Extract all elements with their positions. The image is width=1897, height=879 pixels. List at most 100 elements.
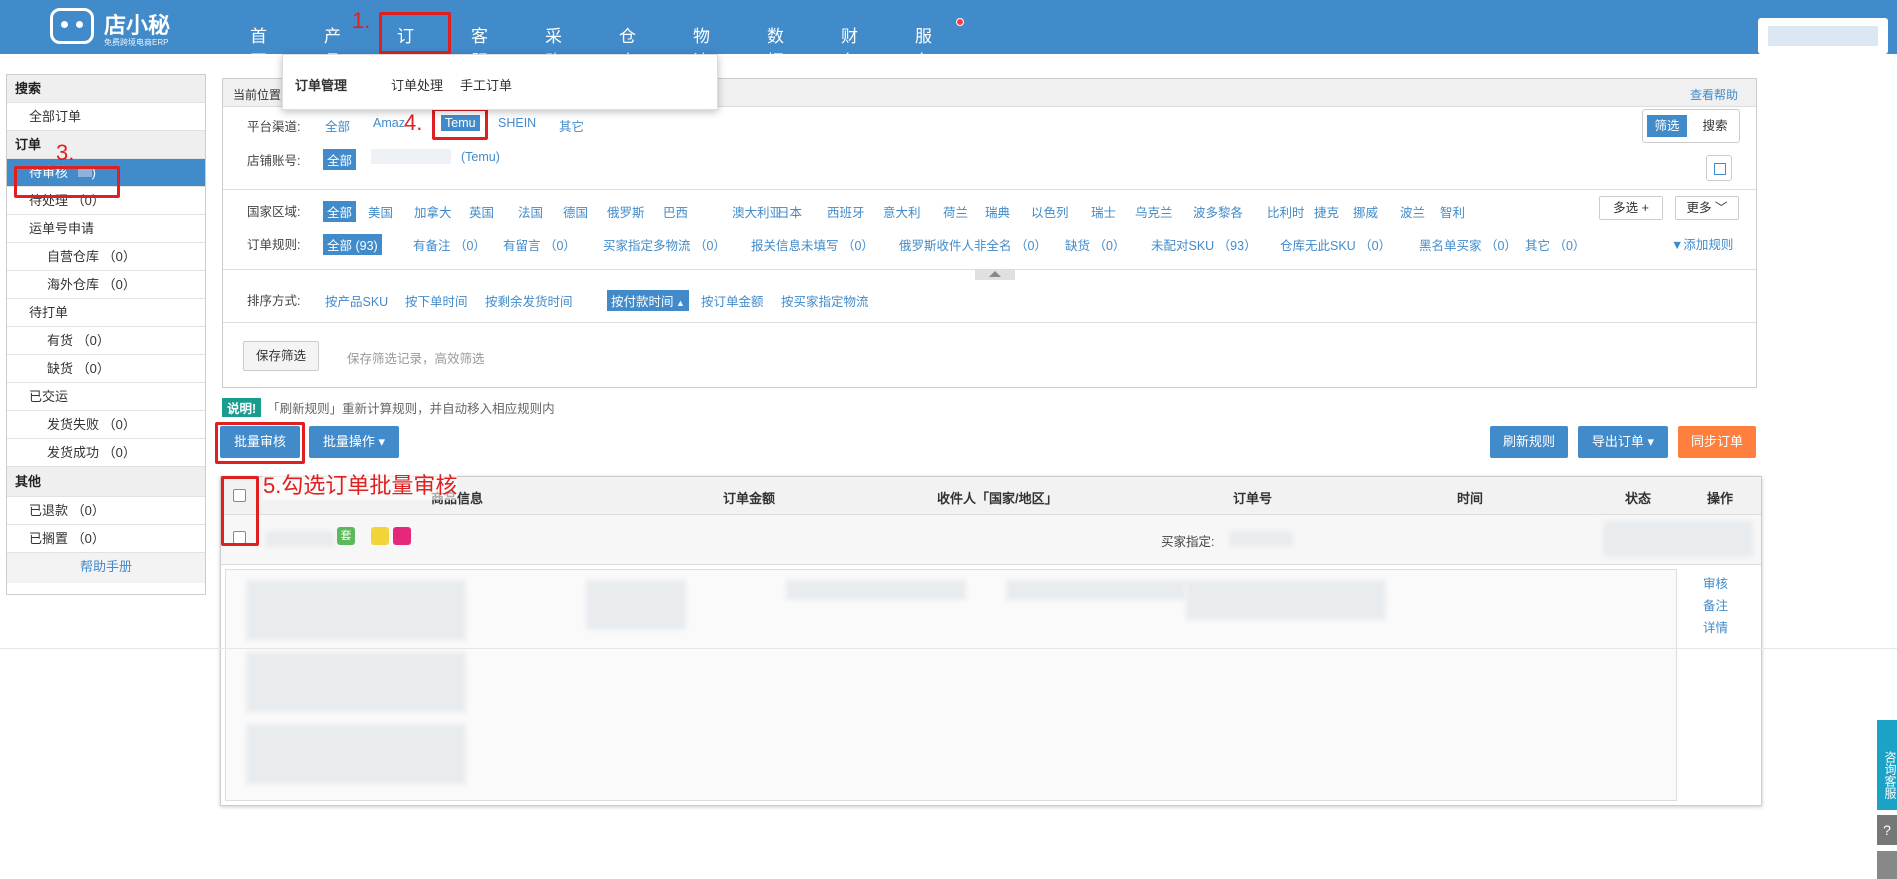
sidebar-item-refunded[interactable]: 已退款 （0） <box>7 497 205 525</box>
platform-label: 平台渠道: <box>247 120 301 134</box>
sort-option-0[interactable]: 按产品SKU <box>325 291 388 310</box>
region-option-3[interactable]: 英国 <box>469 202 494 221</box>
sidebar-item-ship-failed[interactable]: 发货失败 （0） <box>7 411 205 439</box>
nav-data[interactable]: 数据 <box>767 22 784 72</box>
region-option-15[interactable]: 瑞士 <box>1091 202 1116 221</box>
detail-link[interactable]: 详情 <box>1703 617 1728 639</box>
region-option-17[interactable]: 波多黎各 <box>1193 202 1243 221</box>
region-option-0[interactable]: 全部 <box>323 201 357 222</box>
refresh-rules-button[interactable]: 刷新规则 <box>1490 426 1568 458</box>
search-mode-button[interactable]: 搜索 <box>1695 115 1735 137</box>
sidebar-item-on-hold[interactable]: 已搁置 （0） <box>7 525 205 553</box>
sidebar-item-waybill[interactable]: 运单号申请 <box>7 215 205 243</box>
col-amount: 订单金额 <box>723 491 776 506</box>
brand-tagline: 免费跨境电商ERP <box>104 38 169 47</box>
rule-option-10[interactable]: 其它 （0） <box>1525 235 1585 254</box>
region-option-4[interactable]: 法国 <box>518 202 543 221</box>
view-help-link[interactable]: 查看帮助 <box>1690 86 1738 103</box>
annotation-step-3: 3. <box>56 140 75 165</box>
region-option-10[interactable]: 西班牙 <box>827 202 865 221</box>
sort-option-1[interactable]: 按下单时间 <box>405 291 468 310</box>
sidebar-item-in-stock[interactable]: 有货 （0） <box>7 327 205 355</box>
help-icon[interactable]: ? <box>1877 815 1897 845</box>
rule-option-0[interactable]: 全部 (93) <box>323 234 382 255</box>
nav-services[interactable]: 服务 <box>915 22 932 72</box>
region-label: 国家区域: <box>247 205 301 219</box>
filter-mode-button[interactable]: 筛选 <box>1647 115 1687 137</box>
sort-option-2[interactable]: 按剩余发货时间 <box>485 291 573 310</box>
sidebar-item-overseas-warehouse[interactable]: 海外仓库 （0） <box>7 271 205 299</box>
platform-amazon[interactable]: Amaz <box>373 116 405 130</box>
sync-orders-button[interactable]: 同步订单 <box>1678 426 1756 458</box>
sidebar-item-shipped[interactable]: 已交运 <box>7 383 205 411</box>
region-option-21[interactable]: 波兰 <box>1400 202 1425 221</box>
region-option-7[interactable]: 巴西 <box>663 202 688 221</box>
order-detail-blurred <box>225 569 1677 801</box>
region-option-12[interactable]: 荷兰 <box>943 202 968 221</box>
save-filter-button[interactable]: 保存筛选 <box>243 341 319 371</box>
account-area[interactable] <box>1758 18 1888 54</box>
region-option-8[interactable]: 澳大利亚 <box>732 202 782 221</box>
region-option-13[interactable]: 瑞典 <box>985 202 1010 221</box>
region-option-19[interactable]: 捷克 <box>1314 202 1339 221</box>
region-option-1[interactable]: 美国 <box>368 202 393 221</box>
region-option-16[interactable]: 乌克兰 <box>1135 202 1173 221</box>
region-option-14[interactable]: 以色列 <box>1031 202 1069 221</box>
region-option-2[interactable]: 加拿大 <box>414 202 452 221</box>
region-option-22[interactable]: 智利 <box>1440 202 1465 221</box>
rule-option-7[interactable]: 未配对SKU （93） <box>1151 235 1257 254</box>
sort-label: 排序方式: <box>247 294 301 308</box>
dropdown-title: 订单管理 <box>295 78 348 93</box>
store-label: 店铺账号: <box>247 154 301 168</box>
nav-home[interactable]: 首页 <box>250 22 267 72</box>
region-option-18[interactable]: 比利时 <box>1267 202 1305 221</box>
sidebar-order-header: 订单 <box>7 131 205 159</box>
help-manual-link[interactable]: 帮助手册 <box>7 553 205 583</box>
more-button[interactable]: 更多 ﹀ <box>1675 196 1739 220</box>
note-link[interactable]: 备注 <box>1703 595 1728 617</box>
region-option-9[interactable]: 日本 <box>777 202 802 221</box>
export-orders-button[interactable]: 导出订单 ▾ <box>1578 426 1668 458</box>
collapse-icon[interactable] <box>1706 155 1732 181</box>
sort-option-4[interactable]: 按订单金额 <box>701 291 764 310</box>
platform-shein[interactable]: SHEIN <box>498 116 536 130</box>
sort-option-3[interactable]: 按付款时间 ▲ <box>607 290 689 311</box>
rule-option-1[interactable]: 有备注 （0） <box>413 235 486 254</box>
sort-option-5[interactable]: 按买家指定物流 <box>781 291 869 310</box>
rule-option-4[interactable]: 报关信息未填写 （0） <box>751 235 874 254</box>
scroll-top-button[interactable] <box>1877 851 1897 879</box>
collapse-toggle[interactable] <box>975 269 1015 280</box>
robot-icon <box>50 8 94 44</box>
platform-all[interactable]: 全部 <box>325 116 350 135</box>
store-temu[interactable]: (Temu) <box>461 150 500 164</box>
rule-option-8[interactable]: 仓库无此SKU （0） <box>1280 235 1391 254</box>
menu-item-order-process[interactable]: 订单处理 <box>391 75 443 94</box>
add-rule-link[interactable]: ▼添加规则 <box>1671 234 1733 253</box>
rule-option-6[interactable]: 缺货 （0） <box>1065 235 1125 254</box>
region-option-5[interactable]: 德国 <box>563 202 588 221</box>
rule-label: 订单规则: <box>247 238 301 252</box>
region-option-11[interactable]: 意大利 <box>883 202 921 221</box>
menu-item-manual-order[interactable]: 手工订单 <box>460 75 512 94</box>
consult-service-button[interactable]: 咨询客服 <box>1877 720 1897 810</box>
rule-option-2[interactable]: 有留言 （0） <box>503 235 576 254</box>
batch-ops-button[interactable]: 批量操作 ▾ <box>309 426 399 458</box>
nav-finance[interactable]: 财务 <box>841 22 858 72</box>
filter-icon: ▼ <box>1671 238 1684 252</box>
multi-select-button[interactable]: 多选 + <box>1599 196 1663 220</box>
review-link[interactable]: 审核 <box>1703 573 1728 595</box>
sidebar-item-own-warehouse[interactable]: 自营仓库 （0） <box>7 243 205 271</box>
region-option-20[interactable]: 挪威 <box>1353 202 1378 221</box>
sidebar-item-all-orders[interactable]: 全部订单 <box>7 103 205 131</box>
sidebar-item-ship-success[interactable]: 发货成功 （0） <box>7 439 205 467</box>
store-all[interactable]: 全部 <box>323 149 357 170</box>
brand-logo[interactable]: 店小秘 免费跨境电商ERP <box>50 4 175 48</box>
region-option-6[interactable]: 俄罗斯 <box>607 202 645 221</box>
rule-option-3[interactable]: 买家指定多物流 （0） <box>603 235 726 254</box>
sidebar-item-to-print[interactable]: 待打单 <box>7 299 205 327</box>
sidebar-item-out-of-stock[interactable]: 缺货 （0） <box>7 355 205 383</box>
rule-option-9[interactable]: 黑名单买家 （0） <box>1419 235 1517 254</box>
divider <box>223 269 1756 270</box>
rule-option-5[interactable]: 俄罗斯收件人非全名 （0） <box>899 235 1047 254</box>
platform-other[interactable]: 其它 <box>559 116 584 135</box>
